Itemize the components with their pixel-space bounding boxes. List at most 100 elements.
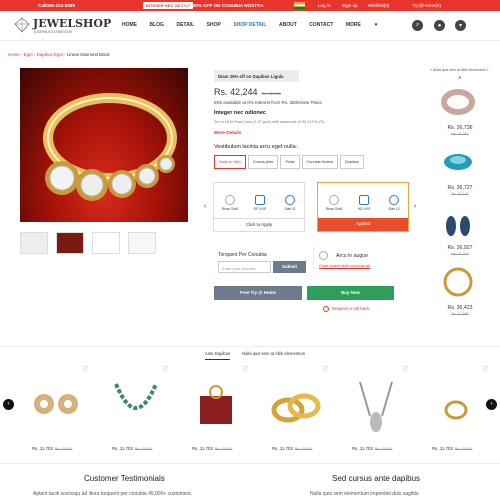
product-old-price-5: Rs. 12,000: [374, 447, 393, 451]
logo-text: JEWELSHOP: [33, 17, 112, 30]
nav-more-label: MORE: [345, 22, 361, 28]
sed-cursus-subtitle: Nulla quis sem elementum imperdiet duis …: [310, 491, 420, 497]
breadcrumb: Home › Eget › Dapibus Eget › Linear Diam…: [8, 52, 110, 57]
product-price-4: Rs. 11,703 Rs. 12,000: [272, 446, 312, 451]
product-card-5[interactable]: ♡ Rs. 11,703 Rs. 12,000: [338, 366, 413, 460]
variant-option-4[interactable]: Conubia Nostra: [301, 155, 338, 169]
product-old-price-6: Rs. 12,000: [454, 447, 473, 451]
spec-diamond-label: EF-VVS: [253, 207, 267, 211]
nav-shop-detail[interactable]: SHOP DETAIL: [233, 22, 266, 28]
ring-image: [43, 93, 177, 201]
thumbnail-2[interactable]: [56, 232, 84, 254]
metal-icon: [225, 195, 235, 205]
offer-banner: Diam 25% off on Dapibus Ligula: [214, 70, 299, 82]
sidebar-item-4[interactable]: Rs. 36,423 Rs. 37,889: [438, 264, 482, 316]
carousel-prev-arrow[interactable]: ‹: [3, 399, 14, 410]
thumbnail-3[interactable]: [92, 232, 120, 254]
nav-home[interactable]: HOME: [122, 22, 137, 28]
applied-button[interactable]: Applied: [318, 218, 408, 231]
next-config-arrow[interactable]: ›: [414, 203, 416, 210]
sidebar-price-3: Rs. 36,927: [447, 245, 473, 251]
product-price-4-value: Rs. 11,703: [272, 446, 293, 451]
sidebar-item-3[interactable]: Rs. 36,927 Rs. 37,330: [438, 204, 482, 256]
sidebar-old-price-3: Rs. 37,330: [451, 252, 469, 256]
buy-now-button[interactable]: Buy Now: [307, 286, 394, 300]
spec-metal: Rose Gold: [324, 195, 344, 211]
metal-icon: [329, 195, 339, 205]
testimonials-subtitle: Aptent taciti sociosqu ad litora torquen…: [33, 491, 193, 497]
product-card-2[interactable]: ♡ Rs. 11,703 Rs. 12,000: [98, 366, 173, 460]
submit-button[interactable]: Submit: [273, 261, 306, 273]
breadcrumb-eget[interactable]: Eget: [24, 52, 33, 57]
india-flag-icon[interactable]: [294, 2, 305, 9]
sidebar-price-4: Rs. 36,423: [447, 305, 473, 311]
tab-ante-dapibus[interactable]: Ante Dapibus: [205, 351, 231, 360]
spec-diamond: HD-VVS: [354, 195, 374, 211]
product-price-6: Rs. 11,703 Rs. 12,000: [432, 446, 472, 451]
variant-option-3[interactable]: Porta: [280, 155, 300, 169]
thumbnail-1[interactable]: [20, 232, 48, 254]
product-old-price-4: Rs. 12,000: [294, 447, 313, 451]
product-price-5: Rs. 11,703 Rs. 12,000: [352, 446, 392, 451]
more-details-link[interactable]: More Details: [214, 130, 241, 135]
product-price-2-value: Rs. 11,703: [112, 446, 133, 451]
variant-option-1[interactable]: Nulla to Nibh: [214, 155, 246, 169]
ring-size-icon: [389, 195, 399, 205]
cart-icon[interactable]: ▾: [455, 20, 466, 31]
wishlist-link[interactable]: Wishlist(0): [368, 3, 389, 8]
thumbnail-4[interactable]: [128, 232, 156, 254]
breadcrumb-dapibus[interactable]: Dapibus Eget: [37, 52, 63, 57]
delivery-link[interactable]: Class aptent taciti sociosqu ad: [319, 264, 370, 268]
heart-icon[interactable]: ♡: [242, 366, 249, 373]
product-card-4[interactable]: ♡ Rs. 11,703 Rs. 12,000: [258, 366, 333, 460]
sidebar-item-2[interactable]: Rs. 36,727 Rs. 37,127: [438, 144, 482, 196]
product-price-3-value: Rs. 11,703: [192, 446, 213, 451]
phone-number[interactable]: Call080-222-8289: [38, 3, 75, 8]
product-card-1[interactable]: ♡ Rs. 11,703 Rs. 12,000: [18, 366, 93, 460]
variant-option-2[interactable]: Cursus Ante: [247, 155, 279, 169]
emerald-necklace-image: [114, 383, 158, 410]
try-at-home-link[interactable]: Try@Home(0): [412, 3, 441, 8]
request-callback-link[interactable]: Request a call back: [323, 306, 370, 312]
product-description: Set in 18 kt Rose Gold (2.97 gms) with d…: [214, 120, 325, 124]
variant-options: Nulla to Nibh Cursus Ante Porta Conubia …: [214, 155, 366, 169]
variant-option-5[interactable]: Dapibus: [339, 155, 364, 169]
product-card-3[interactable]: ♡ Rs. 11,703 Rs. 12,000: [178, 366, 253, 460]
product-card-6[interactable]: ♡ Rs. 11,703 Rs. 12,000: [418, 366, 493, 460]
diamond-logo-icon: [14, 17, 30, 33]
heart-icon[interactable]: ♡: [482, 366, 489, 373]
prev-config-arrow[interactable]: ‹: [204, 203, 206, 210]
nav-blog[interactable]: BLOG: [150, 22, 164, 28]
testimonials-title: Customer Testimonials: [84, 474, 165, 483]
nav-contact[interactable]: CONTACT: [309, 22, 333, 28]
nav-about[interactable]: ABOUT: [279, 22, 297, 28]
heart-icon[interactable]: ♡: [82, 366, 89, 373]
breadcrumb-home[interactable]: Home: [8, 52, 20, 57]
product-price-6-value: Rs. 11,703: [432, 446, 453, 451]
sed-cursus-title: Sed cursus ante dapibus: [332, 474, 421, 483]
heart-icon[interactable]: ♡: [322, 366, 329, 373]
user-icon[interactable]: ●: [434, 20, 445, 31]
nav-more[interactable]: MORE ▾: [346, 22, 377, 28]
heart-icon[interactable]: ♡: [162, 366, 169, 373]
product-old-price-3: Rs. 12,000: [214, 447, 233, 451]
try-at-home-button[interactable]: Free Try @ Home: [214, 286, 302, 300]
nav-detail[interactable]: DETAIL: [176, 22, 194, 28]
tab-nulla[interactable]: Nulla quis sem at nibh elementum: [242, 351, 305, 356]
product-main-image[interactable]: [20, 68, 188, 222]
search-icon[interactable]: ⌕: [412, 20, 423, 31]
sidebar-up-arrow[interactable]: ˄: [458, 76, 462, 82]
logo-tagline: A DAPIBUS ELEMENTUM: [34, 30, 72, 34]
signup-link[interactable]: Sign up: [342, 3, 358, 8]
apply-button[interactable]: Click to Apply: [214, 218, 304, 231]
config-card-1[interactable]: Rose Gold EF-VVS Size 11 Click to Apply: [213, 182, 305, 232]
section-divider: [0, 346, 500, 347]
pincode-input[interactable]: Enter your pincode: [218, 261, 271, 273]
product-carousel: ♡ Rs. 11,703 Rs. 12,000 ♡ Rs. 11,703 Rs. 1…: [18, 366, 488, 460]
config-card-2[interactable]: Rose Gold HD-VVS Size 12 Applied: [317, 182, 409, 232]
nav-shop[interactable]: SHOP: [207, 22, 221, 28]
sidebar-item-1[interactable]: Rs. 36,736 Rs. 37,900: [438, 84, 482, 136]
login-link[interactable]: Log in: [318, 3, 331, 8]
silver-necklace-image: [359, 381, 393, 432]
heart-icon[interactable]: ♡: [402, 366, 409, 373]
